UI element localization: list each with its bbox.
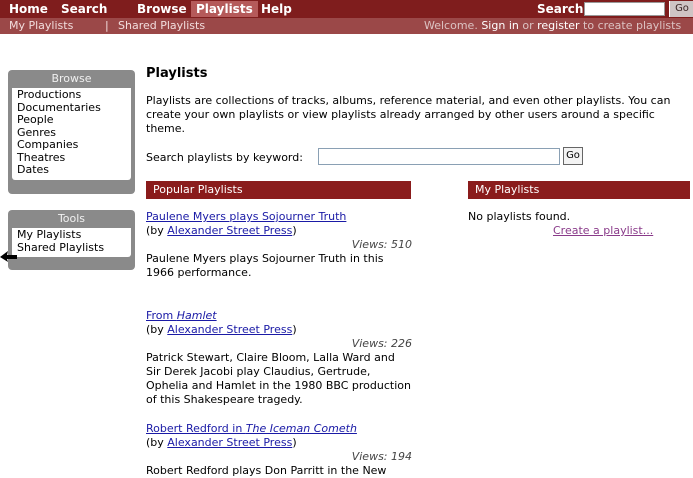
subnav-separator: | (105, 19, 109, 32)
my-playlists-heading: My Playlists (468, 181, 690, 199)
playlist-views: Views: 226 (351, 337, 412, 350)
nav-browse[interactable]: Browse (137, 1, 187, 17)
browse-item-dates[interactable]: Dates (17, 163, 127, 177)
playlist-title-text: Robert Redford in (146, 422, 246, 435)
playlist-title-italic: The Iceman Cometh (245, 422, 357, 435)
playlist-title-link[interactable]: From Hamlet (146, 309, 217, 322)
playlist-views: Views: 510 (351, 238, 412, 251)
sub-nav: My Playlists | Shared Playlists Welcome.… (0, 18, 693, 34)
browse-box: Browse Productions Documentaries People … (8, 70, 135, 194)
page-title: Playlists (146, 66, 208, 81)
keyword-search-input[interactable] (318, 148, 560, 165)
register-link[interactable]: register (537, 19, 579, 32)
browse-item-people[interactable]: People (17, 113, 127, 127)
browse-box-title: Browse (51, 72, 92, 85)
playlist-item: From Hamlet (by Alexander Street Press) … (146, 309, 412, 407)
nav-home[interactable]: Home (9, 1, 48, 17)
keyword-search-label: Search playlists by keyword: (146, 151, 303, 164)
playlist-item: Robert Redford in The Iceman Cometh (by … (146, 422, 412, 478)
browse-item-productions[interactable]: Productions (17, 88, 127, 102)
by-suffix: ) (292, 323, 297, 336)
by-prefix: (by (146, 224, 168, 237)
to-create-text: to create playlists (583, 19, 682, 32)
playlist-title-link[interactable]: Paulene Myers plays Sojourner Truth (146, 210, 346, 223)
tools-item-shared-playlists[interactable]: Shared Playlists (17, 241, 127, 255)
top-search-go-button[interactable]: Go (669, 1, 693, 17)
keyword-search-go-button[interactable]: Go (563, 147, 583, 165)
by-suffix: ) (292, 436, 297, 449)
no-playlists-message: No playlists found. (468, 210, 571, 223)
by-prefix: (by (146, 323, 168, 336)
playlist-description: Patrick Stewart, Claire Bloom, Lalla War… (146, 351, 411, 406)
playlist-item: Paulene Myers plays Sojourner Truth (by … (146, 210, 412, 280)
nav-search[interactable]: Search (61, 1, 107, 17)
tools-box: Tools My Playlists Shared Playlists (8, 210, 135, 270)
browse-list: Productions Documentaries People Genres … (12, 88, 131, 180)
welcome-text: Welcome. (424, 19, 478, 32)
subnav-shared-playlists[interactable]: Shared Playlists (118, 18, 205, 34)
playlist-description: Paulene Myers plays Sojourner Truth in t… (146, 252, 384, 279)
by-suffix: ) (292, 224, 297, 237)
playlist-byline: (by Alexander Street Press) (146, 323, 412, 337)
playlist-byline: (by Alexander Street Press) (146, 224, 412, 238)
nav-playlists-active[interactable]: Playlists (191, 1, 258, 17)
top-nav: Home Search Browse Playlists Help Search… (0, 0, 693, 18)
mouse-pointer-arrow-icon (0, 251, 17, 262)
top-search-input[interactable] (584, 2, 665, 16)
or-text: or (522, 19, 534, 32)
subnav-my-playlists[interactable]: My Playlists (9, 18, 73, 34)
playlist-author-link[interactable]: Alexander Street Press (167, 323, 292, 336)
playlist-title-italic: Hamlet (176, 309, 217, 322)
tools-item-my-playlists[interactable]: My Playlists (17, 228, 127, 242)
welcome-message: Welcome. Sign in or register to create p… (424, 18, 681, 34)
by-prefix: (by (146, 436, 168, 449)
sign-in-link[interactable]: Sign in (481, 19, 519, 32)
playlist-author-link[interactable]: Alexander Street Press (167, 436, 292, 449)
playlist-byline: (by Alexander Street Press) (146, 436, 412, 450)
playlist-description: Robert Redford plays Don Parritt in the … (146, 464, 387, 477)
browse-item-companies[interactable]: Companies (17, 138, 127, 152)
popular-playlists-heading: Popular Playlists (146, 181, 411, 199)
tools-box-title: Tools (57, 212, 86, 225)
tools-list: My Playlists Shared Playlists (12, 228, 131, 257)
playlist-title-link[interactable]: Robert Redford in The Iceman Cometh (146, 422, 357, 435)
playlist-views: Views: 194 (351, 450, 412, 463)
create-playlist-link[interactable]: Create a playlist... (553, 224, 653, 238)
playlist-author-link[interactable]: Alexander Street Press (167, 224, 292, 237)
page-description: Playlists are collections of tracks, alb… (146, 94, 671, 135)
playlist-title-text: From (146, 309, 177, 322)
nav-help[interactable]: Help (261, 1, 292, 17)
top-search-label: Search (537, 2, 584, 16)
